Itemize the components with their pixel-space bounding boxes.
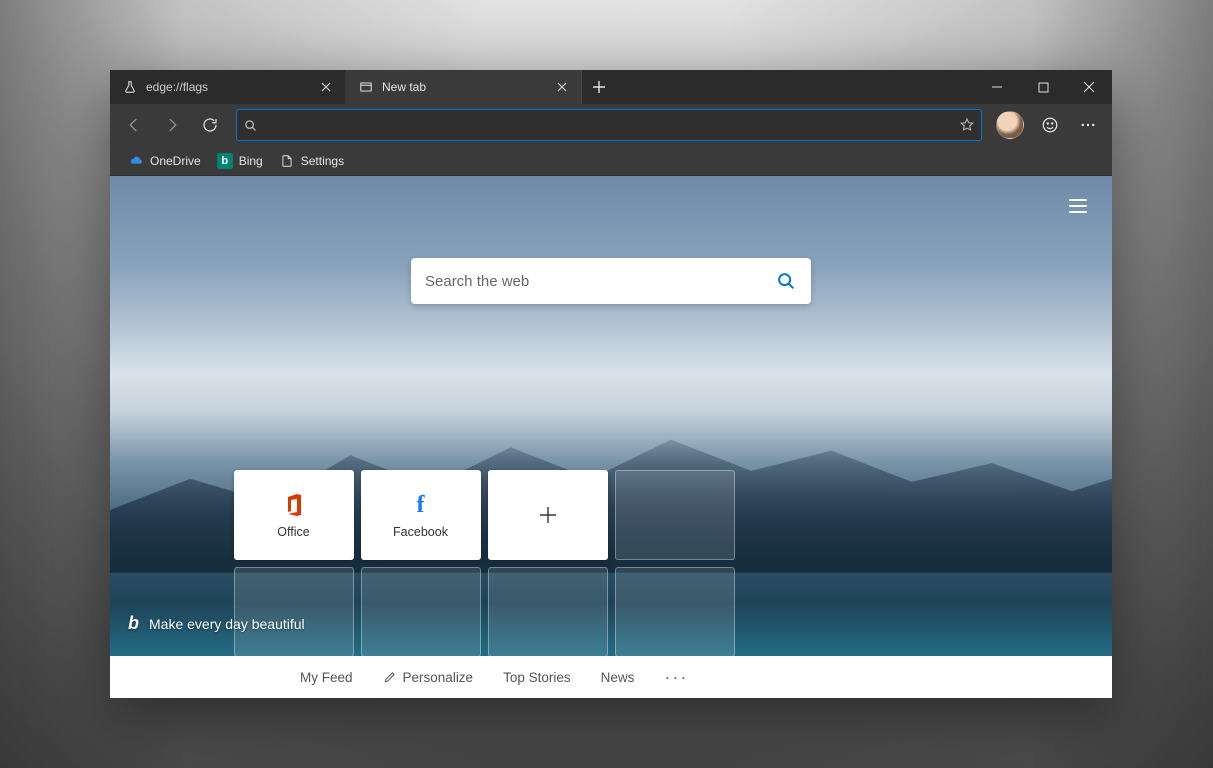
flask-icon bbox=[122, 79, 138, 95]
favorite-label: Bing bbox=[239, 154, 263, 168]
profile-avatar[interactable] bbox=[996, 111, 1024, 139]
tile-placeholder[interactable] bbox=[234, 567, 354, 657]
web-search-box[interactable] bbox=[411, 258, 811, 304]
page-icon bbox=[279, 153, 295, 169]
tile-label: Facebook bbox=[393, 525, 448, 539]
favorite-onedrive[interactable]: OneDrive bbox=[122, 149, 207, 173]
tab-close-button[interactable] bbox=[315, 76, 337, 98]
bing-icon: b bbox=[217, 153, 233, 169]
window-controls bbox=[974, 70, 1112, 104]
tab-close-button[interactable] bbox=[551, 76, 573, 98]
feed-label: News bbox=[601, 670, 635, 685]
bing-logo-icon: b bbox=[128, 613, 139, 634]
back-button[interactable] bbox=[116, 107, 152, 143]
search-submit-icon[interactable] bbox=[775, 270, 797, 292]
newtab-page: Office f Facebook b Make ev bbox=[110, 176, 1112, 698]
maximize-button[interactable] bbox=[1020, 70, 1066, 104]
tab-label: New tab bbox=[382, 80, 543, 94]
facebook-icon: f bbox=[417, 491, 425, 519]
favorite-star-icon[interactable] bbox=[959, 117, 975, 133]
address-input[interactable] bbox=[264, 117, 953, 133]
tile-office[interactable]: Office bbox=[234, 470, 354, 560]
bing-tagline-text: Make every day beautiful bbox=[149, 616, 305, 632]
plus-icon bbox=[538, 501, 558, 529]
feed-label: My Feed bbox=[300, 670, 353, 685]
web-search-input[interactable] bbox=[425, 273, 765, 290]
titlebar: edge://flags New tab bbox=[110, 70, 1112, 104]
browser-window: edge://flags New tab bbox=[110, 70, 1112, 698]
feed-label: Top Stories bbox=[503, 670, 571, 685]
feed-bar: My Feed Personalize Top Stories News ··· bbox=[110, 656, 1112, 698]
favorite-bing[interactable]: b Bing bbox=[211, 149, 269, 173]
tile-placeholder[interactable] bbox=[615, 470, 735, 560]
forward-button[interactable] bbox=[154, 107, 190, 143]
feedback-smiley-button[interactable] bbox=[1032, 107, 1068, 143]
tile-placeholder[interactable] bbox=[615, 567, 735, 657]
favorite-label: Settings bbox=[301, 154, 344, 168]
feed-personalize[interactable]: Personalize bbox=[383, 670, 474, 685]
favorites-bar: OneDrive b Bing Settings bbox=[110, 146, 1112, 176]
newtab-favicon-icon bbox=[358, 79, 374, 95]
feed-news[interactable]: News bbox=[601, 670, 635, 685]
pencil-icon bbox=[383, 670, 397, 684]
close-window-button[interactable] bbox=[1066, 70, 1112, 104]
tile-add[interactable] bbox=[488, 470, 608, 560]
search-icon bbox=[243, 118, 258, 133]
tab-newtab[interactable]: New tab bbox=[346, 70, 582, 104]
tile-label: Office bbox=[277, 525, 309, 539]
tab-flags[interactable]: edge://flags bbox=[110, 70, 346, 104]
feed-label: Personalize bbox=[403, 670, 474, 685]
minimize-button[interactable] bbox=[974, 70, 1020, 104]
more-menu-button[interactable] bbox=[1070, 107, 1106, 143]
address-bar[interactable] bbox=[236, 109, 982, 141]
tile-placeholder[interactable] bbox=[488, 567, 608, 657]
page-settings-button[interactable] bbox=[1062, 190, 1094, 222]
top-sites-grid: Office f Facebook bbox=[233, 470, 989, 657]
favorite-settings[interactable]: Settings bbox=[273, 149, 350, 173]
feed-topstories[interactable]: Top Stories bbox=[503, 670, 571, 685]
feed-myfeed[interactable]: My Feed bbox=[300, 670, 353, 685]
tab-label: edge://flags bbox=[146, 80, 307, 94]
new-tab-button[interactable] bbox=[582, 70, 616, 104]
tile-placeholder[interactable] bbox=[361, 567, 481, 657]
toolbar bbox=[110, 104, 1112, 146]
cloud-icon bbox=[128, 153, 144, 169]
refresh-button[interactable] bbox=[192, 107, 228, 143]
office-icon bbox=[282, 491, 306, 519]
favorite-label: OneDrive bbox=[150, 154, 201, 168]
bing-tagline[interactable]: b Make every day beautiful bbox=[128, 613, 305, 634]
tab-strip: edge://flags New tab bbox=[110, 70, 616, 104]
feed-more-button[interactable]: ··· bbox=[664, 667, 688, 688]
tile-facebook[interactable]: f Facebook bbox=[361, 470, 481, 560]
